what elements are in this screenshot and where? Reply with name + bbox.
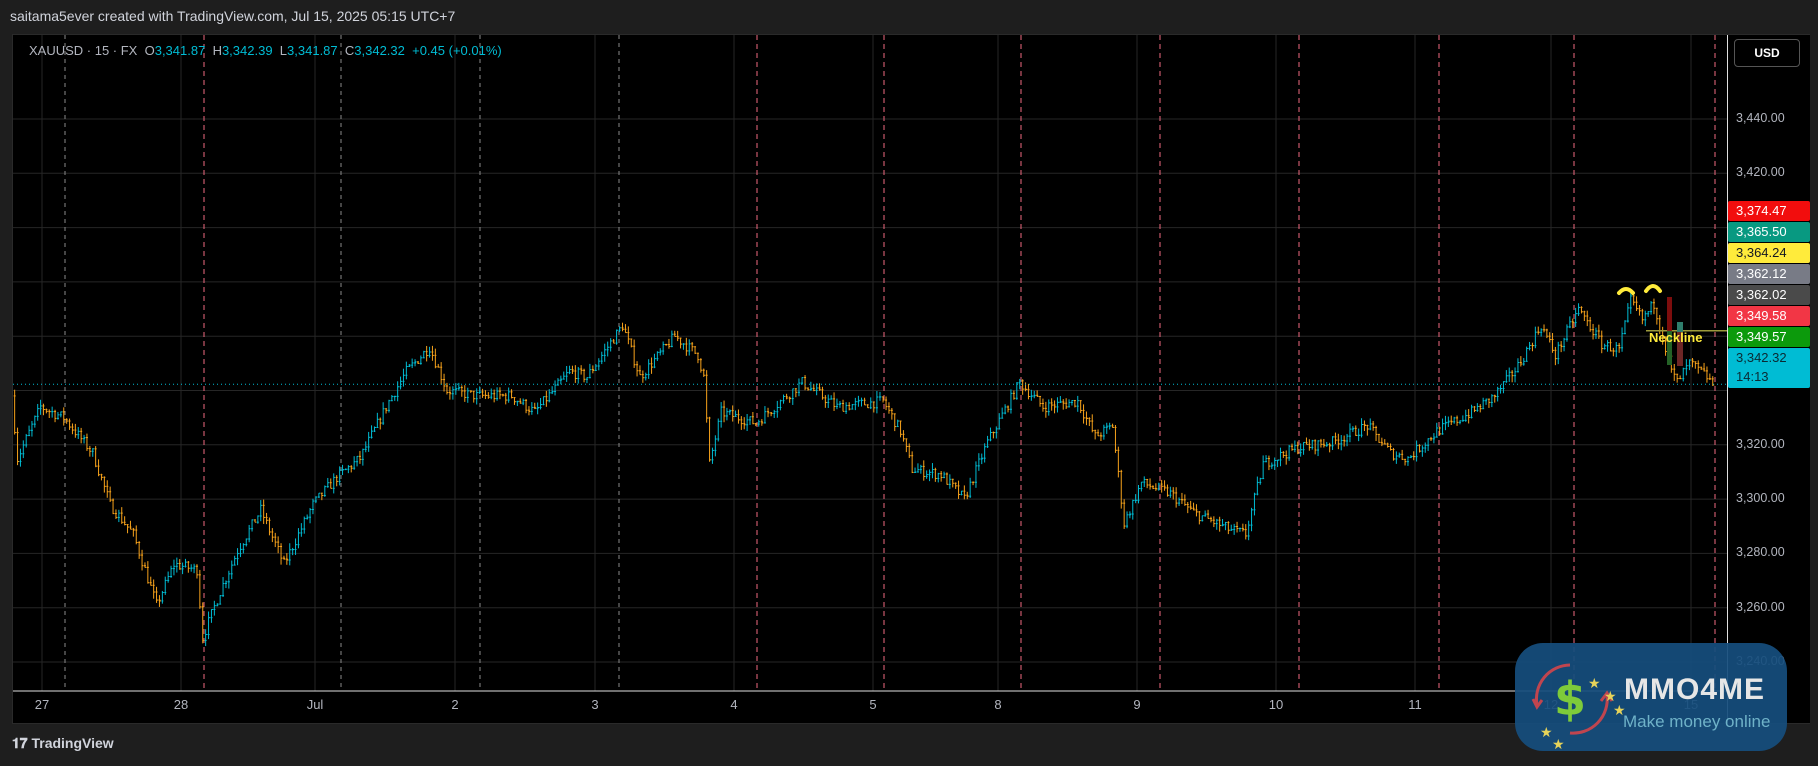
high-label: H <box>212 43 222 58</box>
time-tick: 3 <box>591 697 599 712</box>
price-tick: 3,440.00 <box>1736 111 1785 125</box>
svg-text:★: ★ <box>1588 676 1601 692</box>
price-badge: 3,362.12 <box>1728 264 1810 284</box>
ohlc-legend: XAUUSD · 15 · FX O3,341.87 H3,342.39 L3,… <box>29 43 502 58</box>
svg-text:$: $ <box>1554 672 1586 726</box>
time-tick: Jul <box>306 697 324 712</box>
bar-countdown: 14:13 <box>1736 369 1769 384</box>
last-price-badge: 3,342.32 14:13 <box>1728 348 1810 388</box>
right-shoulder-arc <box>1644 284 1662 293</box>
tradingview-brand: TradingView <box>31 735 114 751</box>
time-tick: 8 <box>994 697 1002 712</box>
svg-text:★: ★ <box>1552 737 1565 751</box>
chart-credit: saitama5ever created with TradingView.co… <box>10 8 456 24</box>
watermark-subtitle: Make money online <box>1623 712 1771 731</box>
price-tick: 3,320.00 <box>1736 436 1785 451</box>
last-price-value: 3,342.32 <box>1736 350 1787 365</box>
time-tick: 11 <box>1408 697 1422 712</box>
time-tick: 2 <box>451 697 459 712</box>
currency-button[interactable]: USD <box>1734 39 1800 67</box>
low-label: L <box>279 43 288 58</box>
price-badge: 3,364.24 <box>1728 243 1810 263</box>
price-tick: 3,280.00 <box>1736 545 1785 560</box>
price-chart[interactable]: Neckline <box>13 35 1727 723</box>
open-value: 3,341.87 <box>154 43 206 58</box>
price-badge: 3,374.47 <box>1728 201 1810 221</box>
svg-text:★: ★ <box>1570 749 1583 751</box>
price-badge: 3,365.50 <box>1728 222 1810 242</box>
time-tick: 28 <box>173 697 189 712</box>
mmo4me-watermark: $ ★★★ ★★★ MMO4ME Make money online <box>1515 643 1787 765</box>
svg-text:★: ★ <box>1540 725 1553 741</box>
left-shoulder-arc <box>1617 287 1635 295</box>
high-value: 3,342.39 <box>221 43 273 58</box>
time-tick: 27 <box>34 697 50 712</box>
price-tick: 3,260.00 <box>1736 599 1785 614</box>
time-tick: 4 <box>730 697 738 712</box>
close-label: C <box>344 43 355 58</box>
chart-pane[interactable]: Neckline XAUUSD · 15 · FX O3,341.87 H3,3… <box>12 34 1810 724</box>
price-badge: 3,349.57 <box>1728 327 1810 347</box>
time-tick: 10 <box>1268 697 1284 712</box>
price-badge: 3,349.58 <box>1728 306 1810 326</box>
watermark-title: MMO4ME <box>1624 673 1765 706</box>
time-tick: 9 <box>1133 697 1141 712</box>
symbol-label[interactable]: XAUUSD · 15 · FX <box>29 43 137 58</box>
price-axis[interactable]: USD 3,440.003,420.003,400.003,320.003,30… <box>1727 35 1810 723</box>
tradingview-logo[interactable]: 𝟏𝟕 TradingView <box>12 735 114 752</box>
price-tick: 3,300.00 <box>1736 491 1785 506</box>
price-badge: 3,362.02 <box>1728 285 1810 305</box>
low-value: 3,341.87 <box>287 43 338 58</box>
time-tick: 5 <box>869 697 877 712</box>
close-value: 3,342.32 <box>354 43 405 58</box>
change-value: +0.45 (+0.01%) <box>412 43 502 58</box>
price-tick: 3,420.00 <box>1736 165 1785 180</box>
tv-icon: 𝟏𝟕 <box>12 735 28 751</box>
neckline-label: Neckline <box>1649 330 1702 345</box>
open-label: O <box>144 43 155 58</box>
dollar-stars-icon: $ ★★★ ★★★ <box>1531 663 1626 765</box>
